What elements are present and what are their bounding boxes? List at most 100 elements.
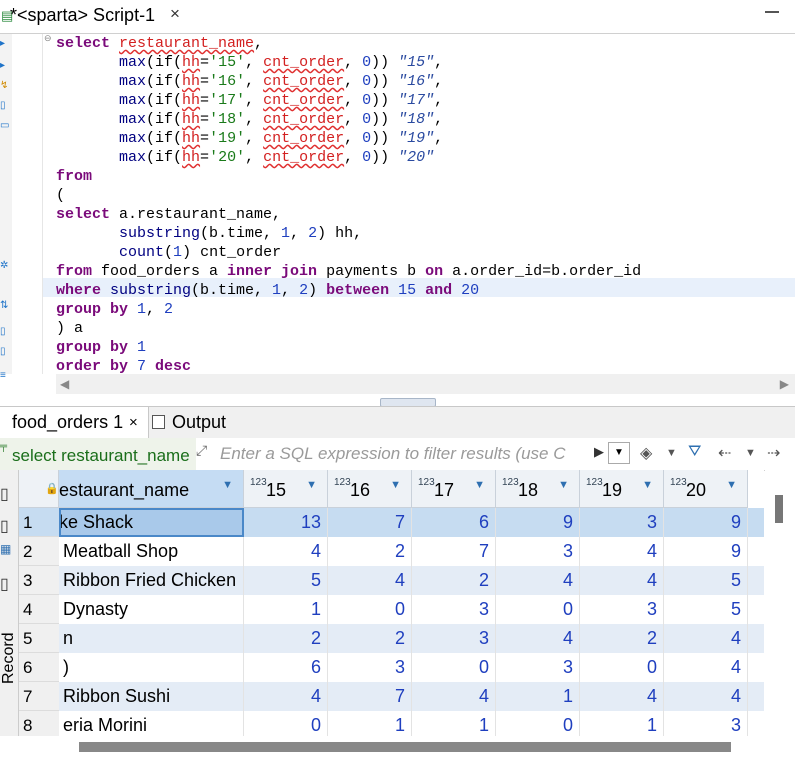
filter-icon[interactable]: ⛛ — [688, 443, 701, 461]
cell-hour-count[interactable]: 4 — [328, 566, 412, 595]
filter-input[interactable]: Enter a SQL expression to filter results… — [220, 441, 596, 467]
close-results-icon[interactable]: × — [129, 407, 138, 438]
panel-view-icon[interactable]: ▯ — [0, 574, 9, 594]
cell-restaurant-name[interactable]: ) — [59, 653, 244, 682]
minimize-icon[interactable] — [765, 3, 779, 13]
tab-output[interactable]: Output — [152, 407, 242, 438]
cell-hour-count[interactable]: 4 — [496, 624, 580, 653]
grid-horizontal-scrollbar[interactable] — [19, 736, 795, 766]
cell-hour-count[interactable]: 3 — [496, 653, 580, 682]
transaction-icon[interactable]: ⇅ — [0, 300, 11, 311]
cell-restaurant-name[interactable]: Dynasty — [59, 595, 244, 624]
text-view-icon[interactable]: ▯ — [0, 516, 9, 536]
grid-view-icon[interactable]: ▯ — [0, 484, 9, 504]
cell-hour-count[interactable]: 1 — [328, 711, 412, 736]
cell-hour-count[interactable]: 7 — [328, 508, 412, 537]
settings-icon[interactable]: ✲ — [0, 260, 11, 271]
table-icon[interactable]: ▦ — [0, 542, 11, 556]
filter-history-dropdown[interactable]: ▼ — [608, 442, 630, 464]
cell-hour-count[interactable]: 4 — [496, 566, 580, 595]
panels-icon[interactable]: ▭ — [0, 120, 11, 131]
column-header[interactable]: 123 18 ▼ — [496, 470, 580, 508]
cell-hour-count[interactable]: 0 — [328, 595, 412, 624]
query-text-field[interactable]: ╤ select restaurant_name — [0, 438, 196, 470]
grid-vertical-scrollbar[interactable] — [765, 470, 795, 736]
column-header[interactable]: 123 15 ▼ — [244, 470, 328, 508]
row-number[interactable]: 4 — [19, 595, 59, 624]
scroll-right-icon[interactable]: ▶ — [780, 377, 789, 391]
tab-results[interactable]: food_orders 1 × — [0, 407, 149, 438]
execute-icon[interactable]: ▸ — [0, 38, 11, 49]
row-number[interactable]: 7 — [19, 682, 59, 711]
cell-hour-count[interactable]: 0 — [244, 711, 328, 736]
cell-hour-count[interactable]: 4 — [244, 537, 328, 566]
editor-tab-script-1[interactable]: ▤ *<sparta> Script-1 × — [0, 0, 188, 35]
expand-icon[interactable]: ⤢ — [196, 442, 218, 466]
row-number[interactable]: 8 — [19, 711, 59, 736]
cell-hour-count[interactable]: 4 — [580, 682, 664, 711]
cell-hour-count[interactable]: 2 — [580, 624, 664, 653]
cell-hour-count[interactable]: 0 — [496, 595, 580, 624]
cell-hour-count[interactable]: 9 — [664, 508, 748, 537]
cell-hour-count[interactable]: 4 — [580, 566, 664, 595]
cell-hour-count[interactable]: 4 — [244, 682, 328, 711]
cell-hour-count[interactable]: 0 — [580, 653, 664, 682]
column-header[interactable]: 123 17 ▼ — [412, 470, 496, 508]
cell-hour-count[interactable]: 1 — [412, 711, 496, 736]
cell-restaurant-name[interactable]: ke Shack — [59, 508, 244, 537]
cell-hour-count[interactable]: 3 — [664, 711, 748, 736]
cell-hour-count[interactable]: 4 — [664, 624, 748, 653]
sort-icon[interactable]: ▼ — [306, 479, 317, 491]
cell-hour-count[interactable]: 2 — [328, 537, 412, 566]
cell-hour-count[interactable]: 3 — [412, 595, 496, 624]
sort-icon[interactable]: ▼ — [558, 479, 569, 491]
explain-plan-icon[interactable]: ↯ — [0, 80, 11, 91]
sql-editor[interactable]: select restaurant_name, max(if(hh='15', … — [56, 33, 795, 373]
cell-hour-count[interactable]: 4 — [664, 653, 748, 682]
horizontal-scroll-thumb[interactable] — [79, 742, 731, 752]
cell-restaurant-name[interactable]: eria Morini — [59, 711, 244, 736]
sort-icon[interactable]: ▼ — [642, 479, 653, 491]
back-dropdown-icon[interactable]: ▼ — [745, 447, 756, 459]
close-tab-icon[interactable]: × — [170, 4, 180, 24]
vertical-scroll-thumb[interactable] — [775, 495, 783, 523]
cell-hour-count[interactable]: 5 — [664, 566, 748, 595]
fold-icon[interactable]: ⊖ — [44, 34, 53, 43]
column-header[interactable]: 123 19 ▼ — [580, 470, 664, 508]
cell-hour-count[interactable]: 3 — [580, 595, 664, 624]
row-number[interactable]: 5 — [19, 624, 59, 653]
eraser-icon[interactable]: ◈ — [640, 443, 652, 463]
cell-hour-count[interactable]: 6 — [244, 653, 328, 682]
cell-hour-count[interactable]: 2 — [412, 566, 496, 595]
filter-apply-icon[interactable]: ▶ — [594, 444, 604, 460]
cell-hour-count[interactable]: 13 — [244, 508, 328, 537]
cell-hour-count[interactable]: 9 — [664, 537, 748, 566]
cell-hour-count[interactable]: 7 — [412, 537, 496, 566]
cell-hour-count[interactable]: 3 — [496, 537, 580, 566]
record-mode-toggle[interactable]: Record — [0, 632, 18, 684]
cell-hour-count[interactable]: 2 — [328, 624, 412, 653]
cell-hour-count[interactable]: 4 — [664, 682, 748, 711]
row-number[interactable]: 2 — [19, 537, 59, 566]
format-icon[interactable]: ▯ — [0, 326, 11, 337]
cell-hour-count[interactable]: 2 — [244, 624, 328, 653]
history-icon[interactable]: ▯ — [0, 100, 11, 111]
scroll-left-icon[interactable]: ◀ — [60, 377, 69, 391]
editor-horizontal-scrollbar[interactable]: ◀ ▶ — [56, 374, 795, 394]
eraser-dropdown-icon[interactable]: ▼ — [666, 447, 677, 459]
execute-script-icon[interactable]: ▸ — [0, 60, 11, 71]
cell-hour-count[interactable]: 1 — [496, 682, 580, 711]
cell-hour-count[interactable]: 0 — [496, 711, 580, 736]
cell-restaurant-name[interactable]: Ribbon Sushi — [59, 682, 244, 711]
row-number[interactable]: 1 — [19, 508, 59, 537]
outline-icon[interactable]: ≡ — [0, 370, 11, 381]
sort-icon[interactable]: ▼ — [222, 479, 233, 491]
sort-icon[interactable]: ▼ — [726, 479, 737, 491]
cell-hour-count[interactable]: 4 — [580, 537, 664, 566]
sort-icon[interactable]: ▼ — [390, 479, 401, 491]
cell-hour-count[interactable]: 7 — [328, 682, 412, 711]
column-header[interactable]: 123 20 ▼ — [664, 470, 748, 508]
row-number[interactable]: 6 — [19, 653, 59, 682]
row-number[interactable]: 3 — [19, 566, 59, 595]
cell-hour-count[interactable]: 5 — [664, 595, 748, 624]
